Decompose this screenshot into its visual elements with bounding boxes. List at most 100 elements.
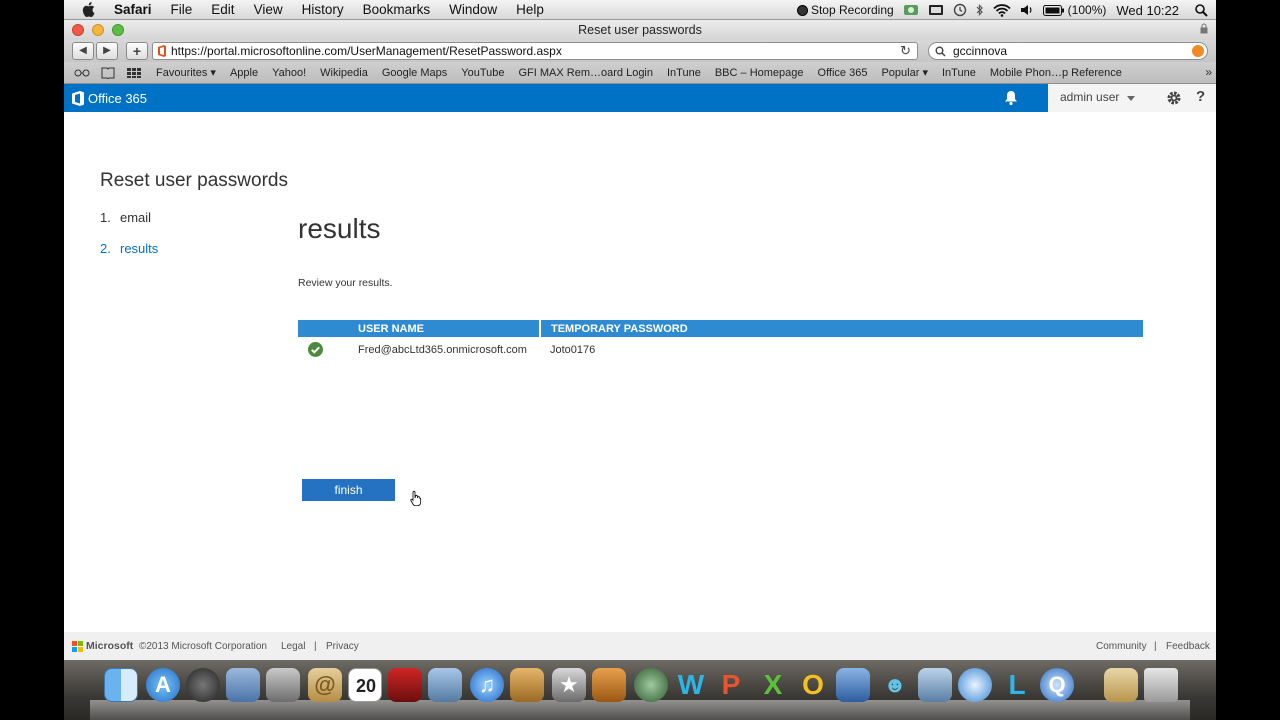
word-glyph: W bbox=[677, 669, 705, 700]
bookmark-bbc[interactable]: BBC – Homepage bbox=[715, 67, 804, 79]
bookmark-apple[interactable]: Apple bbox=[230, 67, 258, 79]
photo-booth-icon[interactable] bbox=[388, 668, 422, 702]
display-icon[interactable] bbox=[928, 4, 944, 16]
top-sites-icon[interactable] bbox=[126, 67, 142, 79]
bookmark-gfi-max[interactable]: GFI MAX Rem…oard Login bbox=[519, 67, 654, 79]
help-icon[interactable]: ? bbox=[1196, 88, 1205, 105]
bookmark-intune-2[interactable]: InTune bbox=[942, 67, 976, 79]
excel-icon[interactable]: X bbox=[756, 668, 790, 702]
battery-icon bbox=[1042, 4, 1064, 16]
menu-history[interactable]: History bbox=[302, 2, 344, 17]
remote-desktop-icon[interactable] bbox=[918, 668, 952, 702]
app-store-icon[interactable]: A bbox=[146, 668, 180, 702]
step-results[interactable]: 2. results bbox=[100, 241, 158, 272]
menu-view[interactable]: View bbox=[254, 2, 283, 17]
app-store-glyph: A bbox=[155, 672, 171, 697]
forward-button[interactable]: ▶ bbox=[96, 42, 118, 60]
facetime-icon[interactable] bbox=[266, 668, 300, 702]
bookmark-office-365[interactable]: Office 365 bbox=[818, 67, 868, 79]
image-capture-icon[interactable] bbox=[510, 668, 544, 702]
bookmark-mobile-phone[interactable]: Mobile Phon…p Reference bbox=[990, 67, 1122, 79]
notifications-bell-icon[interactable] bbox=[1004, 90, 1018, 106]
step-email[interactable]: 1. email bbox=[100, 210, 158, 241]
lock-icon bbox=[1200, 23, 1208, 34]
mail-eagle-icon[interactable] bbox=[226, 668, 260, 702]
address-book-icon[interactable]: @ bbox=[308, 668, 342, 702]
sync-icon[interactable] bbox=[903, 3, 919, 17]
wifi-icon[interactable] bbox=[993, 3, 1011, 17]
reload-icon[interactable]: ↻ bbox=[900, 43, 911, 59]
apple-icon[interactable] bbox=[82, 2, 96, 17]
time-machine-icon[interactable] bbox=[953, 3, 967, 17]
address-bar[interactable]: https://portal.microsoftonline.com/UserM… bbox=[152, 42, 918, 60]
privacy-link[interactable]: Privacy bbox=[326, 641, 359, 652]
stop-recording-item[interactable]: Stop Recording bbox=[796, 3, 894, 17]
outlook-icon[interactable]: O bbox=[796, 668, 830, 702]
finder-icon[interactable] bbox=[104, 668, 138, 702]
user-menu[interactable]: admin user ? bbox=[1048, 84, 1216, 112]
user-name-column-header[interactable]: USER NAME bbox=[348, 320, 541, 337]
back-button[interactable]: ◀ bbox=[72, 42, 94, 60]
word-icon[interactable]: W bbox=[674, 668, 708, 702]
menu-bookmarks[interactable]: Bookmarks bbox=[363, 2, 431, 17]
battery-status[interactable]: (100%) bbox=[1042, 3, 1106, 17]
bookmark-google-maps[interactable]: Google Maps bbox=[382, 67, 447, 79]
garageband-icon[interactable] bbox=[592, 668, 626, 702]
office-365-logo[interactable]: Office 365 bbox=[72, 90, 147, 106]
powerpoint-icon[interactable]: P bbox=[714, 668, 748, 702]
trash-icon[interactable] bbox=[1144, 668, 1178, 702]
imovie-icon[interactable]: ★ bbox=[552, 668, 586, 702]
quicktime-glyph: Q bbox=[1048, 672, 1066, 697]
lync-icon[interactable]: L bbox=[1000, 668, 1034, 702]
spotlight-icon[interactable] bbox=[1195, 3, 1208, 17]
virtualbox-icon[interactable] bbox=[836, 668, 870, 702]
new-tab-button[interactable]: + bbox=[126, 42, 148, 60]
finish-button[interactable]: finish bbox=[302, 479, 395, 501]
bookmark-youtube[interactable]: YouTube bbox=[461, 67, 504, 79]
volume-icon[interactable] bbox=[1020, 4, 1034, 16]
office-favicon-icon bbox=[158, 45, 166, 57]
bookmark-popular[interactable]: Popular ▾ bbox=[881, 66, 928, 79]
bookmark-intune[interactable]: InTune bbox=[667, 67, 701, 79]
bookmark-favourites[interactable]: Favourites ▾ bbox=[156, 66, 216, 79]
search-field[interactable]: gccinnova bbox=[928, 42, 1208, 60]
dashboard-icon[interactable] bbox=[186, 668, 220, 702]
itunes-icon[interactable]: ♫ bbox=[470, 668, 504, 702]
menu-edit[interactable]: Edit bbox=[211, 2, 234, 17]
legal-link[interactable]: Legal bbox=[281, 641, 305, 652]
temporary-password-column-header[interactable]: TEMPORARY PASSWORD bbox=[540, 320, 1143, 337]
window-minimize-button[interactable] bbox=[92, 24, 104, 36]
messenger-icon[interactable]: ☻ bbox=[878, 668, 912, 702]
powerpoint-glyph: P bbox=[721, 669, 741, 700]
clock[interactable]: Wed 10:22 bbox=[1116, 3, 1179, 18]
community-link[interactable]: Community bbox=[1096, 641, 1147, 652]
iphoto-icon[interactable] bbox=[428, 668, 462, 702]
safari-icon[interactable] bbox=[958, 668, 992, 702]
documents-folder-icon[interactable] bbox=[1104, 668, 1138, 702]
window-zoom-button[interactable] bbox=[112, 24, 124, 36]
status-column-header bbox=[298, 320, 348, 337]
bookmark-wikipedia[interactable]: Wikipedia bbox=[320, 67, 368, 79]
microsoft-logo: Microsoft bbox=[72, 640, 133, 652]
gear-icon[interactable] bbox=[1166, 90, 1182, 106]
menu-file[interactable]: File bbox=[171, 2, 193, 17]
menu-safari[interactable]: Safari bbox=[114, 2, 152, 17]
snapback-icon[interactable] bbox=[1192, 45, 1204, 57]
time-machine-dock-icon[interactable] bbox=[634, 668, 668, 702]
reading-list-icon[interactable] bbox=[74, 67, 90, 79]
menu-window[interactable]: Window bbox=[449, 2, 497, 17]
bookmarks-icon[interactable] bbox=[100, 67, 116, 79]
bookmark-yahoo[interactable]: Yahoo! bbox=[272, 67, 306, 79]
copyright-text: ©2013 Microsoft Corporation bbox=[139, 641, 267, 652]
menu-help[interactable]: Help bbox=[516, 2, 544, 17]
window-title: Reset user passwords bbox=[578, 23, 702, 37]
feedback-link[interactable]: Feedback bbox=[1166, 641, 1210, 652]
bookmarks-overflow-icon[interactable]: » bbox=[1205, 65, 1212, 79]
calendar-icon[interactable]: 20 bbox=[348, 668, 382, 702]
bluetooth-icon[interactable] bbox=[976, 3, 984, 17]
footer-separator: | bbox=[1154, 641, 1157, 652]
window-close-button[interactable] bbox=[72, 24, 84, 36]
screen: Safari File Edit View History Bookmarks … bbox=[64, 0, 1216, 720]
messenger-glyph: ☻ bbox=[883, 672, 907, 697]
quicktime-icon[interactable]: Q bbox=[1040, 668, 1074, 702]
